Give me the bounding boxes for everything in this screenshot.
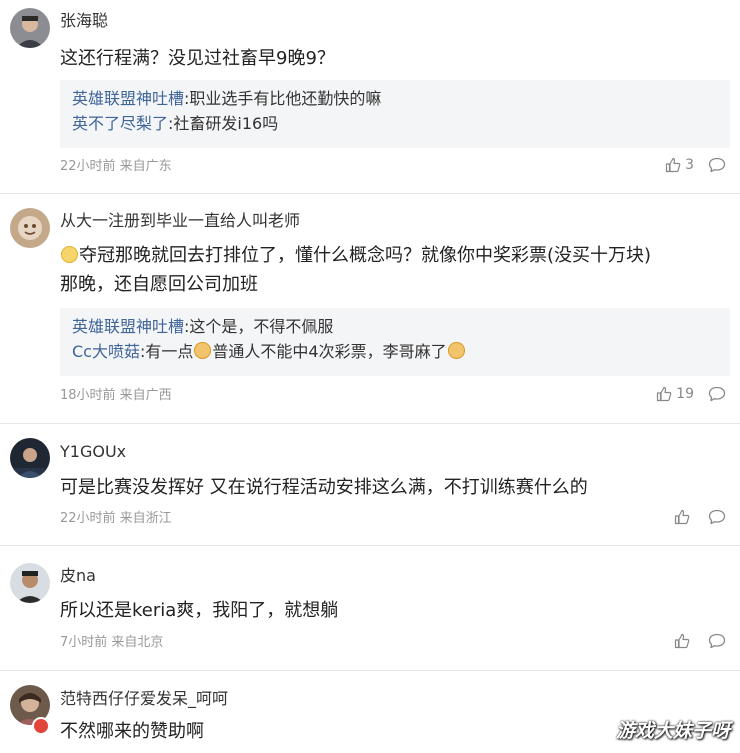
reply-box[interactable]: 英雄联盟神吐槽:这个是，不得不佩服 Cc大喷菇:有一点 普通人不能中4次彩票，李哥… [60,308,730,376]
username[interactable]: 范特西仔仔爱发呆_呵呵 [60,688,228,710]
comment-meta: 22小时前 来自广东 [60,159,172,174]
comment-text: 这还行程满？没见过社畜早9晚9？ [60,48,335,69]
comment-text-line-1: 夺冠那晚就回去打排位了，懂什么概念吗？就像你中奖彩票(没买十万块) [79,245,652,266]
comment-actions [674,633,726,649]
avatar[interactable] [10,8,50,48]
comment-text: 可是比赛没发挥好 又在说行程活动安排这么满，不打训练赛什么的 [60,477,588,498]
reply-item: Cc大喷菇:有一点 普通人不能中4次彩票，李哥麻了 [72,339,730,364]
like-count: 3 [685,157,694,173]
comment-text: 所以还是keria爽，我阳了，就想躺 [60,600,339,621]
reply-text: :社畜研发i16吗 [168,114,279,133]
thumbs-up-icon [674,509,690,525]
comment-item: 从大一注册到毕业一直给人叫老师 夺冠那晚就回去打排位了，懂什么概念吗？就像你中奖… [0,194,740,424]
reply-item: 英不了尽梨了:社畜研发i16吗 [72,111,730,136]
thumbs-up-icon [665,157,681,173]
reply-item: 英雄联盟神吐槽:这个是，不得不佩服 [72,314,730,339]
reply-text: :职业选手有比他还勤快的嘛 [184,89,382,108]
reply-author[interactable]: Cc大喷菇 [72,342,140,361]
comment-actions: 19 [656,386,726,402]
avatar[interactable] [10,438,50,478]
comment-item: 皮na 所以还是keria爽，我阳了，就想躺 7小时前 来自北京 [0,546,740,671]
comment-meta: 18小时前 来自广西 [60,388,172,403]
reply-author[interactable]: 英不了尽梨了 [72,114,168,133]
avatar[interactable] [10,563,50,603]
cat-emoji-icon [447,342,465,359]
comment-bubble-icon[interactable] [708,386,726,402]
like-button[interactable]: 3 [665,157,694,173]
reply-text: :这个是，不得不佩服 [184,317,334,336]
reply-author[interactable]: 英雄联盟神吐槽 [72,89,184,108]
comment-text-line-2: 那晚，还自愿回公司加班 [60,274,258,295]
reply-text: :有一点 [139,342,194,361]
comment-meta: 7小时前 来自北京 [60,635,164,650]
thumbs-up-icon [674,633,690,649]
username[interactable]: 从大一注册到毕业一直给人叫老师 [60,210,300,232]
reply-item: 英雄联盟神吐槽:职业选手有比他还勤快的嘛 [72,86,730,111]
comment-meta: 22小时前 来自浙江 [60,511,172,526]
cat-emoji-icon [194,342,212,359]
like-button[interactable] [674,633,694,649]
comment-text: 夺冠那晚就回去打排位了，懂什么概念吗？就像你中奖彩票(没买十万块) 那晚，还自愿… [60,241,730,299]
comment-actions: 3 [665,157,726,173]
username[interactable]: 张海聪 [60,10,108,32]
like-button[interactable]: 19 [656,386,694,402]
smile-emoji-icon [61,246,78,263]
like-button[interactable] [674,509,694,525]
reply-box[interactable]: 英雄联盟神吐槽:职业选手有比他还勤快的嘛 英不了尽梨了:社畜研发i16吗 [60,80,730,148]
comment-text-line: 夺冠那晚就回去打排位了，懂什么概念吗？就像你中奖彩票(没买十万块) [60,241,730,270]
reply-text: 普通人不能中4次彩票，李哥麻了 [212,342,447,361]
comment-item: Y1GOUx 可是比赛没发挥好 又在说行程活动安排这么满，不打训练赛什么的 22… [0,424,740,546]
thumbs-up-icon [657,386,672,402]
comment-bubble-icon[interactable] [708,157,726,173]
reply-author[interactable]: 英雄联盟神吐槽 [72,317,184,336]
comment-bubble-icon[interactable] [708,633,726,649]
comment-bubble-icon[interactable] [708,509,726,525]
username[interactable]: Y1GOUx [60,441,126,463]
watermark: 游戏大妹子呀 [615,720,730,742]
like-count: 19 [676,386,694,402]
username[interactable]: 皮na [60,565,96,587]
avatar[interactable] [10,208,50,248]
vip-badge-icon [32,717,50,735]
comment-actions [674,509,726,525]
comment-item: 张海聪 这还行程满？没见过社畜早9晚9？ 英雄联盟神吐槽:职业选手有比他还勤快的… [0,0,740,194]
